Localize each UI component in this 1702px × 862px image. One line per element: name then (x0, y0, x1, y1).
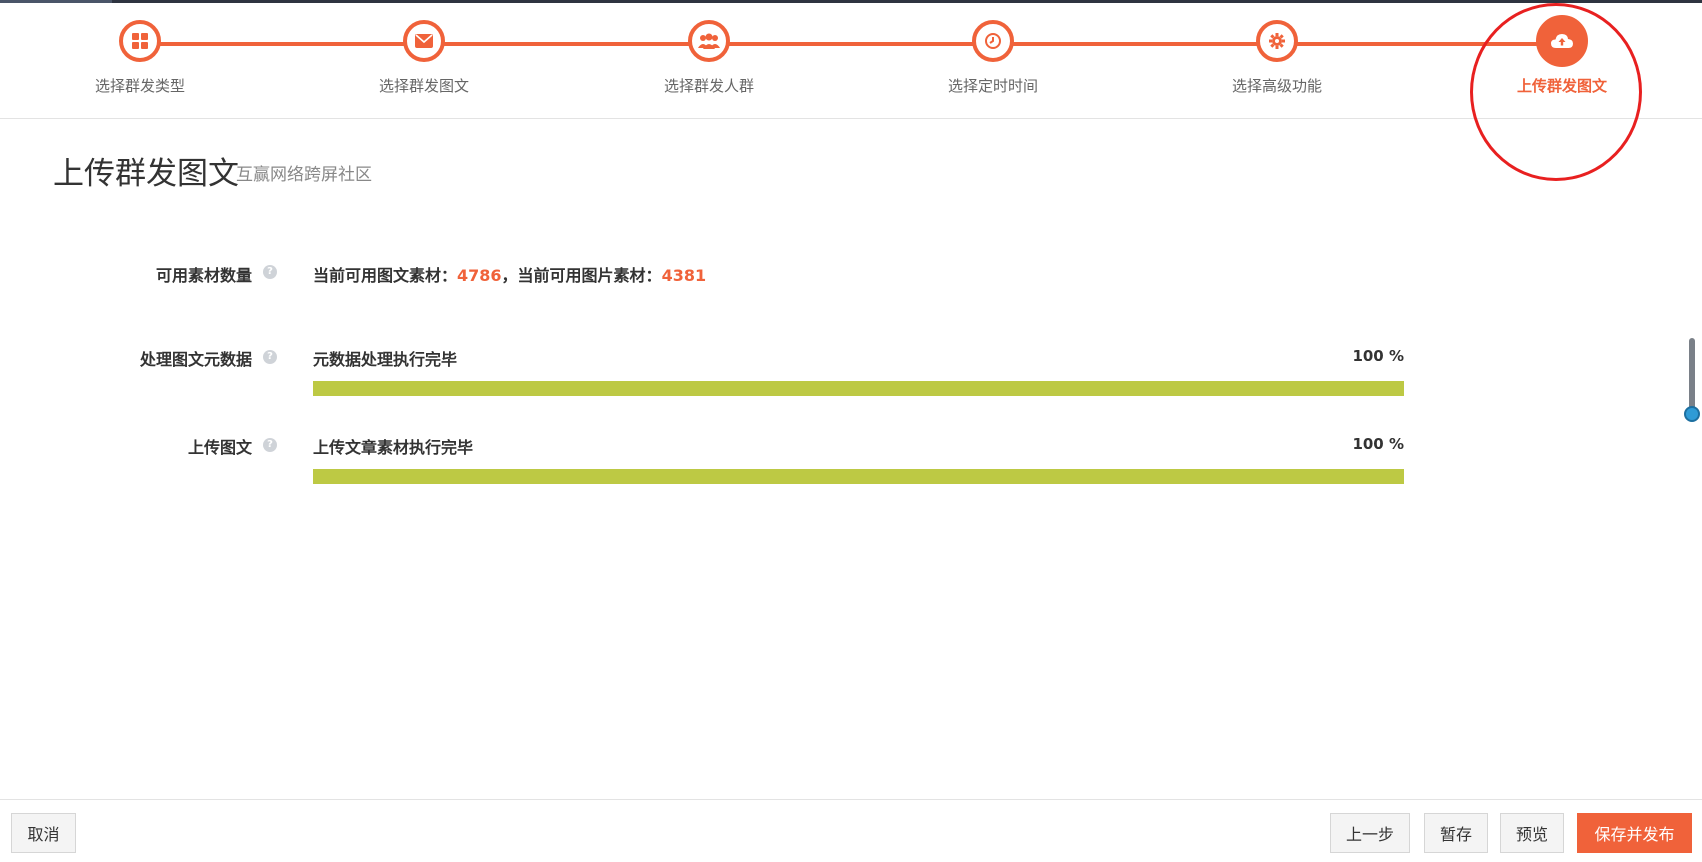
step-advanced-features[interactable]: 选择高级功能 (1157, 20, 1397, 96)
grid-icon (119, 20, 161, 62)
question-icon[interactable]: ? (263, 265, 277, 279)
metadata-progress-fill (313, 381, 1404, 396)
preview-button[interactable]: 预览 (1500, 813, 1564, 853)
wizard-stepper: 选择群发类型 选择群发图文 选择群发人群 选择定时时间 选择高级功能 上传群发图… (0, 0, 1702, 119)
step-label: 选择群发类型 (94, 77, 185, 95)
available-text-prefix: 当前可用图文素材： (313, 266, 458, 285)
prev-step-button[interactable]: 上一步 (1330, 813, 1410, 853)
page-title: 上传群发图文 (53, 156, 239, 192)
question-icon[interactable]: ? (263, 438, 277, 452)
step-select-schedule[interactable]: 选择定时时间 (873, 20, 1113, 96)
metadata-label: 处理图文元数据 (139, 350, 252, 369)
step-label: 选择定时时间 (947, 77, 1038, 95)
cancel-button[interactable]: 取消 (11, 813, 76, 853)
upload-percent: 100 % (1352, 435, 1404, 453)
question-icon[interactable]: ? (263, 350, 277, 364)
metadata-status: 元数据处理执行完毕 (313, 350, 458, 369)
page-subtitle: 互赢网络跨屏社区 (236, 165, 372, 185)
step-select-article[interactable]: 选择群发图文 (304, 20, 544, 96)
available-materials-value: 当前可用图文素材：4786，当前可用图片素材：4381 (313, 262, 706, 286)
upload-status: 上传文章素材执行完毕 (313, 438, 474, 457)
users-icon (688, 20, 730, 62)
gear-icon (1256, 20, 1298, 62)
clock-icon (972, 20, 1014, 62)
scroll-knob[interactable] (1684, 406, 1700, 422)
upload-progress-fill (313, 469, 1404, 484)
metadata-percent: 100 % (1352, 347, 1404, 365)
step-label: 选择群发图文 (378, 77, 469, 95)
image-count: 4381 (661, 266, 707, 285)
highlight-ring (1470, 3, 1642, 181)
metadata-progress-bar (313, 381, 1404, 396)
step-label: 选择高级功能 (1231, 77, 1322, 95)
step-label: 选择群发人群 (663, 77, 754, 95)
step-select-type[interactable]: 选择群发类型 (20, 20, 260, 96)
save-draft-button[interactable]: 暂存 (1424, 813, 1488, 853)
envelope-icon (403, 20, 445, 62)
step-select-audience[interactable]: 选择群发人群 (589, 20, 829, 96)
save-and-publish-button[interactable]: 保存并发布 (1577, 813, 1692, 853)
upload-label: 上传图文 (187, 438, 252, 457)
article-count: 4786 (457, 266, 502, 285)
available-materials-label: 可用素材数量 (155, 266, 252, 285)
available-text-middle: ，当前可用图片素材： (501, 266, 662, 285)
upload-progress-bar (313, 469, 1404, 484)
